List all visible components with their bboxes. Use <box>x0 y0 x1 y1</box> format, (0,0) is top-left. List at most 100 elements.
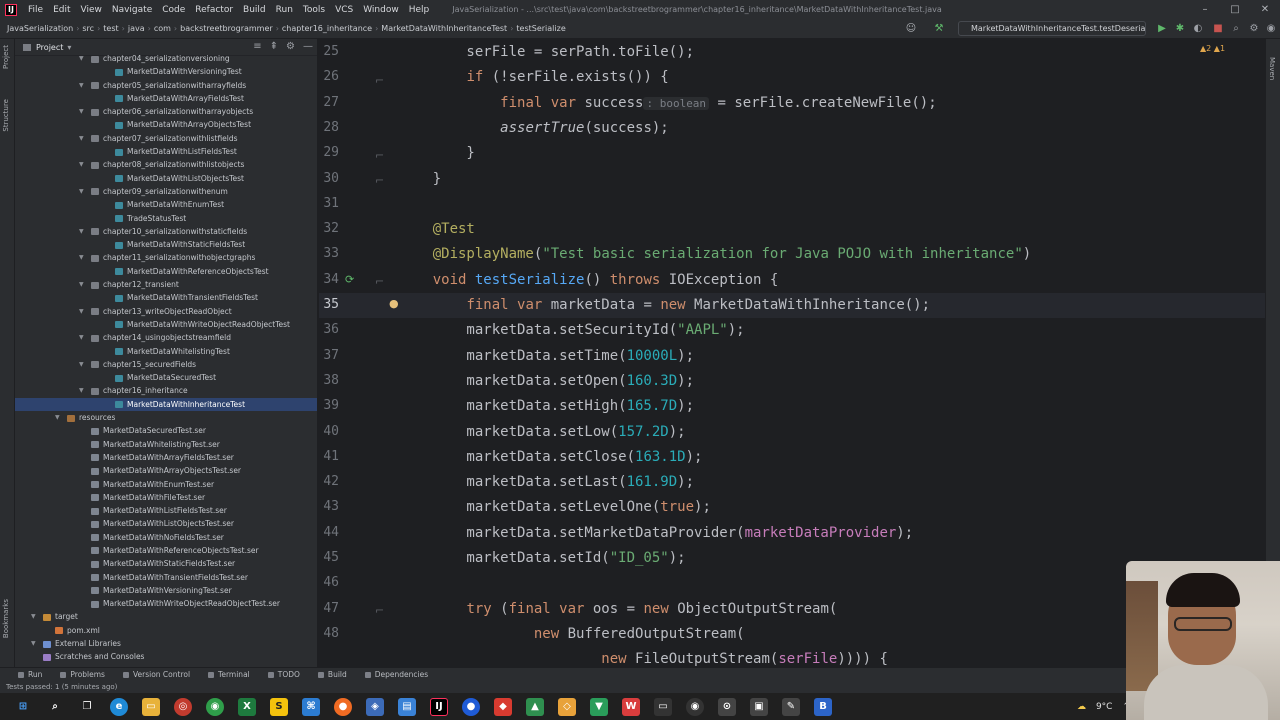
menu-item-window[interactable]: Window <box>358 5 404 15</box>
bookmarks-tool-tab[interactable]: Bookmarks <box>2 599 10 638</box>
tree-item-test-class[interactable]: MarketDataWithInheritanceTest <box>15 397 317 412</box>
expand-arrow-icon[interactable]: ▼ <box>79 52 87 65</box>
code-line[interactable]: @DisplayName("Test basic serialization f… <box>399 242 1031 267</box>
update-icon[interactable]: ◉ <box>1264 22 1278 36</box>
app-icon[interactable]: ◆ <box>494 697 512 716</box>
fold-icon[interactable]: ⌐ <box>375 74 384 87</box>
lightbulb-icon[interactable]: ● <box>389 297 399 310</box>
app-icon[interactable]: ▣ <box>750 697 768 716</box>
menu-item-view[interactable]: View <box>76 5 107 15</box>
tree-item-folder[interactable]: ▼ chapter12_transient <box>15 278 317 291</box>
tree-item-folder[interactable]: Scratches and Consoles <box>15 650 317 663</box>
tree-item-file[interactable]: MarketDataWithWriteObjectReadObjectTest.… <box>15 597 317 610</box>
maven-tool-tab[interactable]: Maven <box>1268 57 1276 80</box>
tree-item-file[interactable]: MarketDataWithEnumTest.ser <box>15 478 317 491</box>
tool-tab-dependencies[interactable]: Dependencies <box>364 670 428 679</box>
tree-item-test-class[interactable]: TradeStatusTest <box>15 212 317 225</box>
edge-browser-icon[interactable]: e <box>110 697 128 716</box>
tool-tab-build[interactable]: Build <box>317 670 347 679</box>
run-configuration-select[interactable]: MarketDataWithInheritanceTest.testDeseri… <box>958 21 1146 36</box>
code-line[interactable]: try (final var oos = new ObjectOutputStr… <box>399 597 837 622</box>
menu-item-vcs[interactable]: VCS <box>330 5 358 15</box>
code-line[interactable]: new FileOutputStream(serFile)))) { <box>399 647 888 667</box>
tree-item-test-class[interactable]: MarketDataWithEnumTest <box>15 198 317 211</box>
tree-item-folder[interactable]: ▼ chapter07_serializationwithlistfields <box>15 132 317 145</box>
tree-item-folder[interactable]: ▼ chapter16_inheritance <box>15 384 317 397</box>
excel-icon[interactable]: X <box>238 697 256 716</box>
tree-item-file[interactable]: MarketDataWithTransientFieldsTest.ser <box>15 571 317 584</box>
tree-item-folder[interactable]: ▼ chapter06_serializationwitharrayobjects <box>15 105 317 118</box>
code-line[interactable]: marketData.setLevelOne(true); <box>399 495 710 520</box>
git-icon[interactable]: ◇ <box>558 697 576 716</box>
tool-tab-version-control[interactable]: Version Control <box>122 670 190 679</box>
expand-arrow-icon[interactable]: ▼ <box>31 610 39 623</box>
code-line[interactable]: } <box>399 141 474 166</box>
tree-item-file[interactable]: MarketDataWithFileTest.ser <box>15 491 317 504</box>
code-line[interactable]: assertTrue(success); <box>399 116 669 141</box>
tool-tab-run[interactable]: Run <box>18 670 42 679</box>
expand-arrow-icon[interactable]: ▼ <box>79 384 87 397</box>
maximize-icon[interactable]: □ <box>1220 0 1250 19</box>
fold-icon[interactable]: ⌐ <box>375 604 384 617</box>
app-icon[interactable]: W <box>622 697 640 716</box>
tree-item-file[interactable]: MarketDataWithNoFieldsTest.ser <box>15 531 317 544</box>
expand-arrow-icon[interactable]: ▼ <box>79 105 87 118</box>
fold-icon[interactable]: ⌐ <box>375 149 384 162</box>
code-line[interactable]: marketData.setLow(157.2D); <box>399 420 685 445</box>
structure-tool-tab[interactable]: Structure <box>2 99 10 132</box>
project-tool-tab[interactable]: Project <box>2 45 10 69</box>
run-icon[interactable]: ▶ <box>1155 22 1169 36</box>
menu-item-navigate[interactable]: Navigate <box>107 5 157 15</box>
app-icon[interactable]: ▲ <box>526 697 544 716</box>
stop-icon[interactable]: ■ <box>1211 22 1225 36</box>
breadcrumb-item[interactable]: src <box>79 24 97 33</box>
tree-item-test-class[interactable]: MarketDataWithVersioningTest <box>15 65 317 78</box>
search-icon[interactable]: ⌕ <box>46 698 64 716</box>
expand-arrow-icon[interactable]: ▼ <box>79 225 87 238</box>
menu-item-refactor[interactable]: Refactor <box>190 5 238 15</box>
tree-item-file[interactable]: MarketDataWhitelistingTest.ser <box>15 438 317 451</box>
settings-icon[interactable]: ⚙ <box>286 41 295 52</box>
code-line[interactable]: if (!serFile.exists()) { <box>399 65 668 90</box>
app-icon[interactable]: ◎ <box>174 697 192 716</box>
tree-item-folder[interactable]: ▼ chapter10_serializationwithstaticfields <box>15 225 317 238</box>
tree-item-file[interactable]: MarketDataWithStaticFieldsTest.ser <box>15 557 317 570</box>
build-hammer-icon[interactable]: ⚒ <box>932 22 946 36</box>
tree-item-file[interactable]: MarketDataWithReferenceObjectsTest.ser <box>15 544 317 557</box>
expand-arrow-icon[interactable]: ▼ <box>31 637 39 650</box>
code-line[interactable]: marketData.setId("ID_05"); <box>399 546 685 571</box>
tree-item-test-class[interactable]: MarketDataWithStaticFieldsTest <box>15 238 317 251</box>
code-editor[interactable]: ⌐ ⌐ ⌐ ⟳ ⌐ ● ⌐ 25 26 27 28 29 30 31 32 33 34 35 36 37… <box>319 39 1265 667</box>
tree-item-test-class[interactable]: MarketDataWithArrayFieldsTest <box>15 92 317 105</box>
app-icon[interactable]: ◈ <box>366 697 384 716</box>
menu-item-tools[interactable]: Tools <box>298 5 330 15</box>
code-line[interactable]: marketData.setMarketDataProvider(marketD… <box>399 521 913 546</box>
expand-arrow-icon[interactable]: ▼ <box>79 185 87 198</box>
tree-item-test-class[interactable]: MarketDataWhitelistingTest <box>15 345 317 358</box>
task-view-icon[interactable]: ❐ <box>78 698 96 716</box>
code-line[interactable]: final var marketData = new MarketDataWit… <box>399 293 930 318</box>
tree-item-folder[interactable]: ▼ chapter13_writeObjectReadObject <box>15 305 317 318</box>
expand-arrow-icon[interactable]: ▼ <box>79 158 87 171</box>
tree-item-folder[interactable]: ▼ chapter04_serializationversioning <box>15 52 317 65</box>
obs-icon[interactable]: ◉ <box>686 697 704 716</box>
terminal-icon[interactable]: ▭ <box>654 697 672 716</box>
chevron-down-icon[interactable]: ▾ <box>67 43 71 52</box>
tree-item-test-class[interactable]: MarketDataWithListFieldsTest <box>15 145 317 158</box>
search-icon[interactable]: ⌕ <box>1229 22 1243 36</box>
code-line[interactable]: void testSerialize() throws IOException … <box>399 268 779 293</box>
menu-item-run[interactable]: Run <box>271 5 298 15</box>
gear-icon[interactable]: ⚙ <box>1247 22 1261 36</box>
fold-icon[interactable]: ⌐ <box>375 275 384 288</box>
code-line[interactable]: @Test <box>399 217 475 242</box>
hide-icon[interactable]: — <box>303 41 313 52</box>
breadcrumb-item[interactable]: MarketDataWithInheritanceTest <box>378 24 510 33</box>
postman-icon[interactable]: ● <box>334 697 352 716</box>
expand-arrow-icon[interactable]: ▼ <box>79 278 87 291</box>
tree-item-folder[interactable]: ▼ chapter09_serializationwithenum <box>15 185 317 198</box>
tree-item-file[interactable]: MarketDataWithListObjectsTest.ser <box>15 517 317 530</box>
vscode-icon[interactable]: ⌘ <box>302 697 320 716</box>
file-explorer-icon[interactable]: ▭ <box>142 697 160 716</box>
expand-arrow-icon[interactable]: ▼ <box>79 331 87 344</box>
tree-item-folder[interactable]: ▼ chapter14_usingobjectstreamfield <box>15 331 317 344</box>
